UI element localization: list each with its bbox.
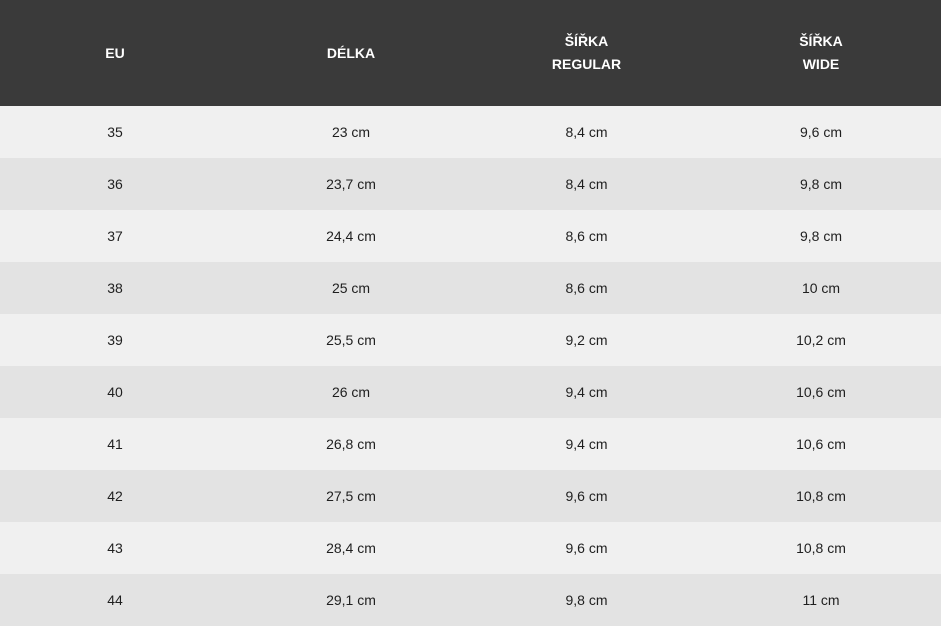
cell-width-regular: 8,6 cm: [565, 228, 608, 244]
cell-eu: 37: [107, 228, 123, 244]
header-label: DÉLKA: [326, 44, 376, 61]
header-label-line2: WIDE: [802, 56, 840, 72]
table-row: 44 29,1 cm 9,8 cm 11 cm: [0, 574, 941, 626]
table-row: 35 23 cm 8,4 cm 9,6 cm: [0, 106, 941, 158]
cell-length: 28,4 cm: [326, 540, 376, 556]
cell-length: 25,5 cm: [326, 332, 376, 348]
cell-eu: 41: [107, 436, 123, 452]
header-label-line1: ŠÍŘKA: [799, 33, 843, 49]
cell-width-regular: 9,6 cm: [565, 540, 608, 556]
cell-length: 26 cm: [331, 384, 371, 400]
header-width-regular: ŠÍŘKA REGULAR: [472, 0, 701, 106]
size-chart-table: EU DÉLKA ŠÍŘKA REGULAR ŠÍŘKA WIDE 35 23 …: [0, 0, 941, 626]
cell-length: 26,8 cm: [326, 436, 376, 452]
table-row: 41 26,8 cm 9,4 cm 10,6 cm: [0, 418, 941, 470]
cell-width-wide: 9,8 cm: [799, 176, 842, 192]
cell-width-wide: 10,2 cm: [796, 332, 846, 348]
cell-length: 23 cm: [331, 124, 371, 140]
cell-width-regular: 9,2 cm: [565, 332, 608, 348]
cell-width-regular: 9,4 cm: [565, 436, 608, 452]
cell-width-wide: 9,8 cm: [799, 228, 842, 244]
table-row: 43 28,4 cm 9,6 cm 10,8 cm: [0, 522, 941, 574]
cell-width-wide: 10 cm: [801, 280, 841, 296]
cell-width-wide: 10,6 cm: [796, 384, 846, 400]
cell-width-wide: 9,6 cm: [799, 124, 842, 140]
cell-width-regular: 8,6 cm: [565, 280, 608, 296]
table-row: 42 27,5 cm 9,6 cm 10,8 cm: [0, 470, 941, 522]
cell-width-wide: 10,8 cm: [796, 540, 846, 556]
cell-eu: 43: [107, 540, 123, 556]
header-row: EU DÉLKA ŠÍŘKA REGULAR ŠÍŘKA WIDE: [0, 0, 941, 106]
table-header: EU DÉLKA ŠÍŘKA REGULAR ŠÍŘKA WIDE: [0, 0, 941, 106]
cell-width-wide: 10,8 cm: [796, 488, 846, 504]
cell-width-regular: 9,6 cm: [565, 488, 608, 504]
header-length: DÉLKA: [230, 0, 472, 106]
header-label: EU: [105, 44, 125, 61]
cell-length: 27,5 cm: [326, 488, 376, 504]
cell-eu: 44: [107, 592, 123, 608]
table-row: 39 25,5 cm 9,2 cm 10,2 cm: [0, 314, 941, 366]
cell-width-regular: 9,8 cm: [565, 592, 608, 608]
cell-eu: 39: [107, 332, 123, 348]
cell-width-regular: 9,4 cm: [565, 384, 608, 400]
cell-length: 24,4 cm: [326, 228, 376, 244]
cell-length: 29,1 cm: [326, 592, 376, 608]
cell-eu: 36: [107, 176, 123, 192]
cell-eu: 35: [107, 124, 123, 140]
cell-width-wide: 11 cm: [802, 592, 840, 608]
cell-width-regular: 8,4 cm: [565, 176, 608, 192]
header-label-line1: ŠÍŘKA: [564, 33, 609, 49]
cell-eu: 40: [107, 384, 123, 400]
cell-width-wide: 10,6 cm: [796, 436, 846, 452]
header-width-wide: ŠÍŘKA WIDE: [701, 0, 941, 106]
cell-length: 25 cm: [331, 280, 371, 296]
table-row: 36 23,7 cm 8,4 cm 9,8 cm: [0, 158, 941, 210]
table-body: 35 23 cm 8,4 cm 9,6 cm 36 23,7 cm 8,4 cm…: [0, 106, 941, 626]
cell-length: 23,7 cm: [326, 176, 376, 192]
cell-eu: 42: [107, 488, 123, 504]
header-label-line2: REGULAR: [551, 56, 622, 72]
table-row: 37 24,4 cm 8,6 cm 9,8 cm: [0, 210, 941, 262]
cell-width-regular: 8,4 cm: [565, 124, 608, 140]
table-row: 40 26 cm 9,4 cm 10,6 cm: [0, 366, 941, 418]
table-row: 38 25 cm 8,6 cm 10 cm: [0, 262, 941, 314]
cell-eu: 38: [107, 280, 123, 296]
header-eu: EU: [0, 0, 230, 106]
